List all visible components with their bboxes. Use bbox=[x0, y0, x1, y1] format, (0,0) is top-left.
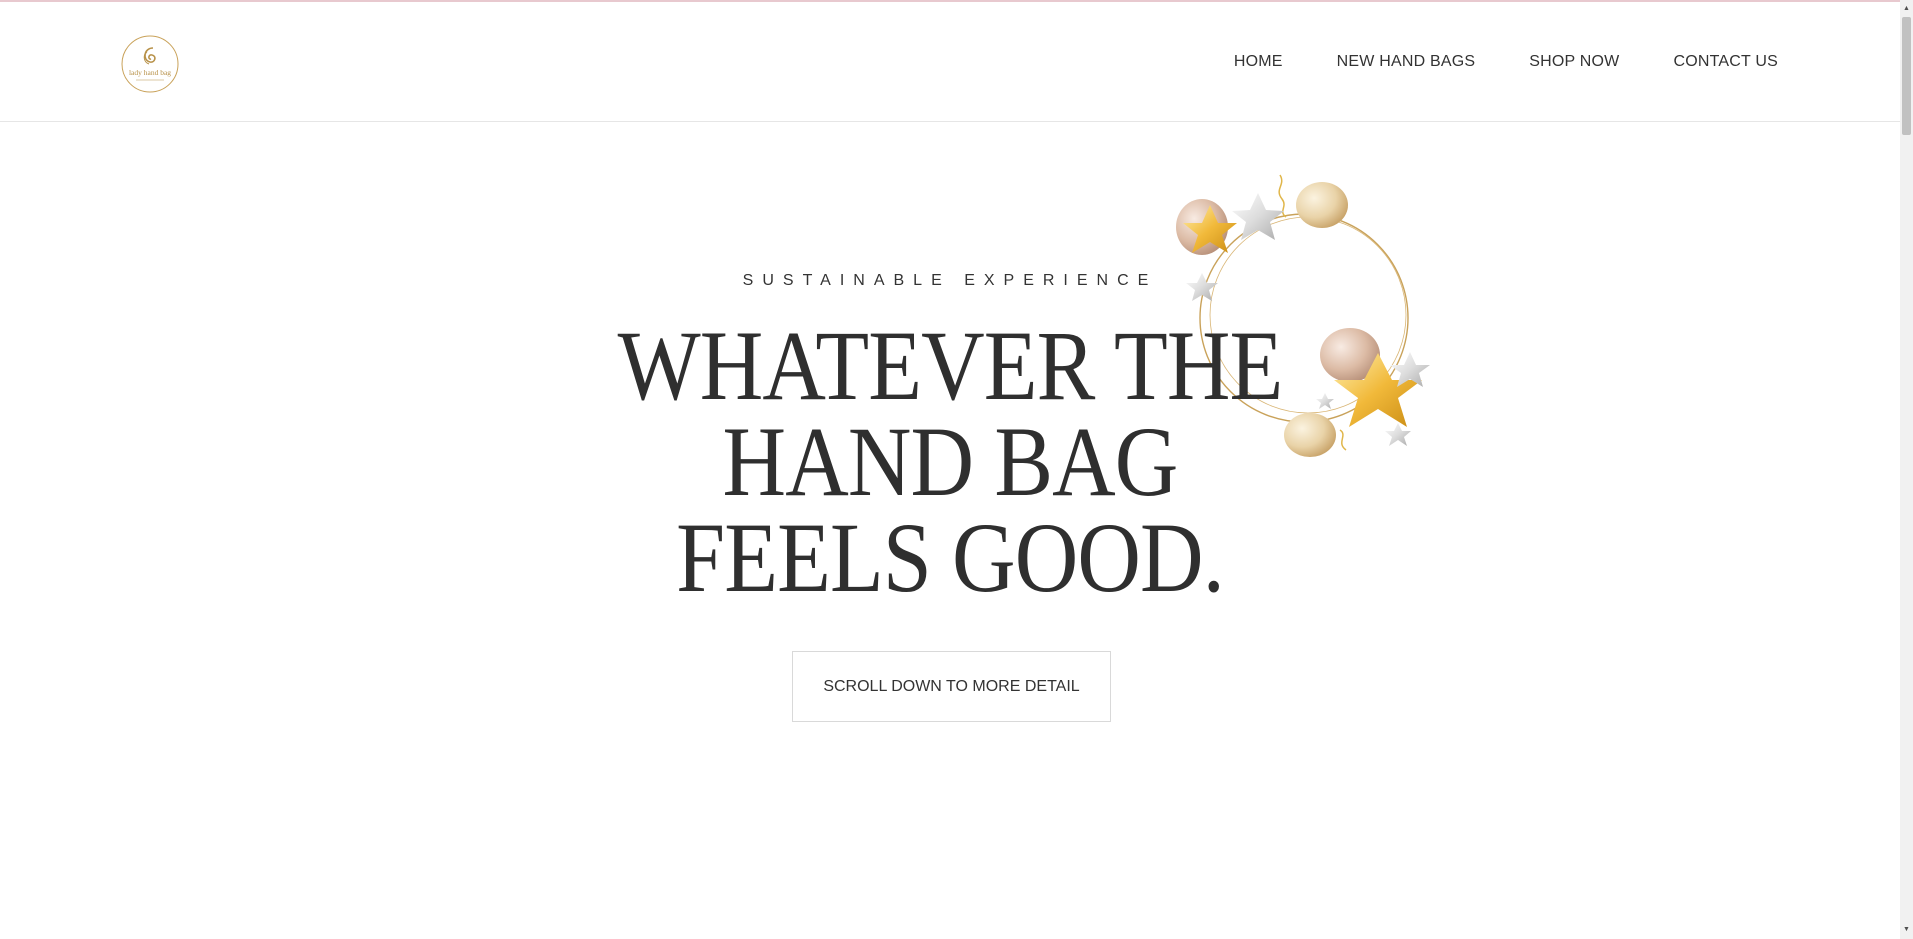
scrollbar-thumb[interactable] bbox=[1902, 17, 1911, 135]
hero-headline-line-1: WHATEVER THE bbox=[617, 310, 1284, 421]
logo-text: lady hand bag bbox=[129, 68, 171, 77]
hero-headline-line-3: FEELS GOOD. bbox=[676, 502, 1225, 613]
nav-item-contact-us[interactable]: CONTACT US bbox=[1673, 53, 1778, 71]
page-scrollbar[interactable]: ▲ ▼ bbox=[1900, 0, 1913, 939]
hero-headline: WHATEVER THE HAND BAG FEELS GOOD. bbox=[422, 310, 1478, 613]
scroll-down-button[interactable]: SCROLL DOWN TO MORE DETAIL bbox=[792, 651, 1111, 722]
brand-logo-icon[interactable]: lady hand bag bbox=[120, 34, 180, 94]
nav-item-home[interactable]: HOME bbox=[1234, 53, 1283, 71]
scroll-down-icon[interactable]: ▼ bbox=[1900, 923, 1913, 937]
page: lady hand bag HOME NEW HAND BAGS SHOP NO… bbox=[0, 0, 1913, 939]
hero-headline-line-2: HAND BAG bbox=[722, 406, 1179, 517]
site-header: lady hand bag HOME NEW HAND BAGS SHOP NO… bbox=[0, 2, 1900, 122]
hero-eyebrow: SUSTAINABLE EXPERIENCE bbox=[742, 272, 1158, 289]
scroll-up-icon[interactable]: ▲ bbox=[1900, 2, 1913, 16]
nav-item-shop-now[interactable]: SHOP NOW bbox=[1529, 53, 1619, 71]
nav-item-new-hand-bags[interactable]: NEW HAND BAGS bbox=[1337, 53, 1476, 71]
main-nav: HOME NEW HAND BAGS SHOP NOW CONTACT US bbox=[1180, 53, 1778, 71]
